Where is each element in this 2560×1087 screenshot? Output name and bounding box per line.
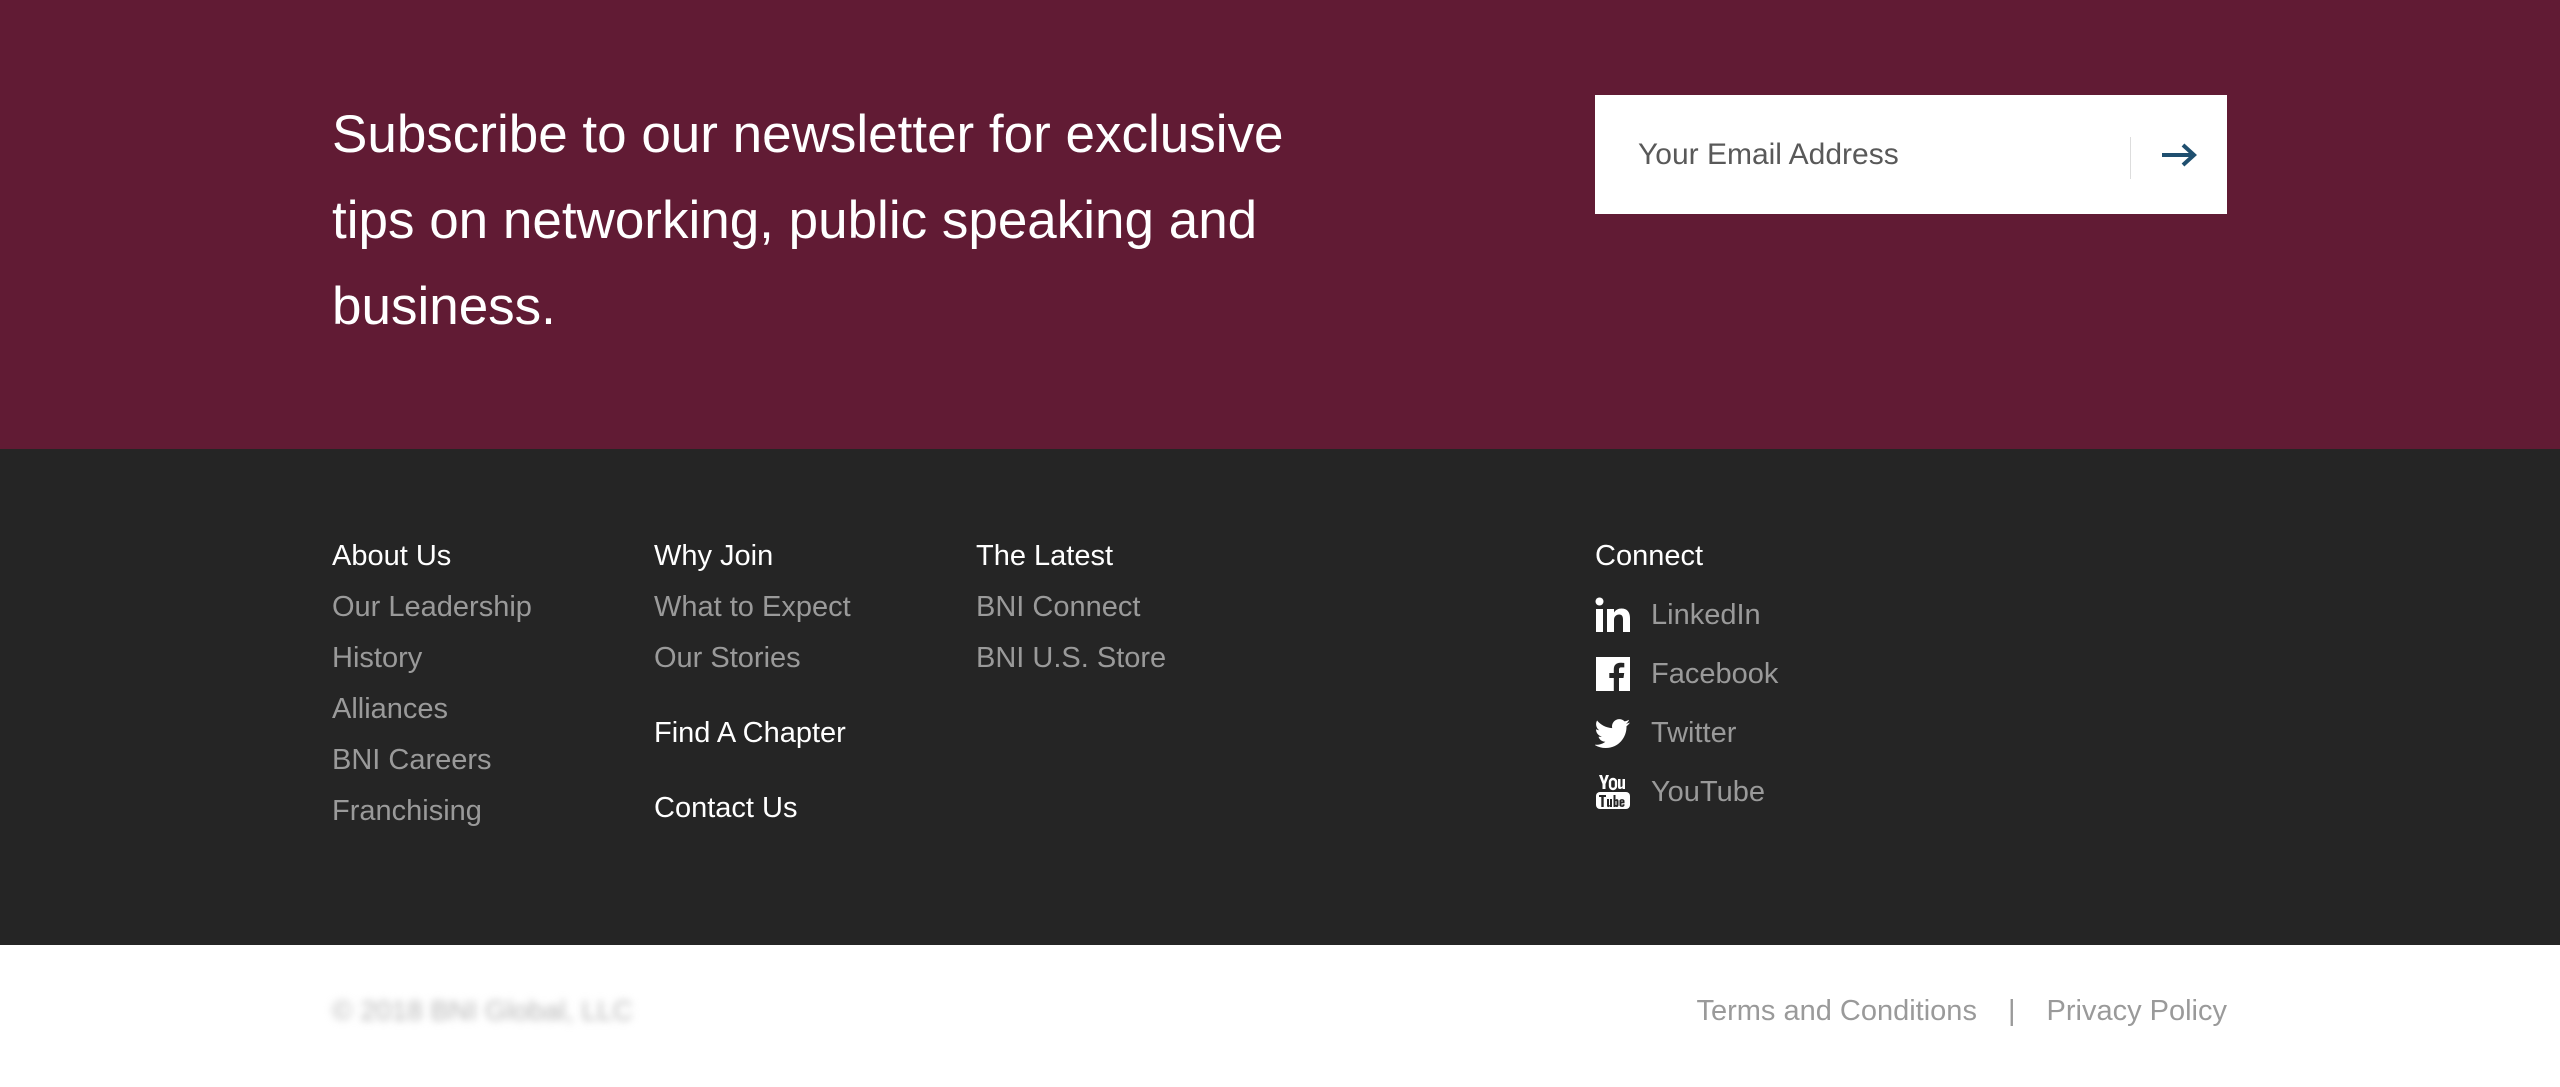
social-label-youtube: YouTube: [1651, 776, 1765, 808]
footer-heading-why-join[interactable]: Why Join: [654, 538, 773, 574]
newsletter-section: Subscribe to our newsletter for exclusiv…: [0, 0, 2560, 449]
privacy-policy-link[interactable]: Privacy Policy: [2047, 993, 2228, 1029]
footer-heading-the-latest[interactable]: The Latest: [976, 538, 1113, 574]
footer-link-alliances[interactable]: Alliances: [332, 691, 448, 727]
newsletter-form: [1595, 95, 2227, 214]
copyright-text: © 2018 BNI Global, LLC: [332, 995, 633, 1026]
legal-separator: |: [2007, 995, 2016, 1027]
arrow-right-icon: [2162, 143, 2197, 166]
footer-heading-connect: Connect: [1595, 540, 1704, 572]
footer-link-what-to-expect[interactable]: What to Expect: [654, 589, 851, 625]
social-label-linkedin: LinkedIn: [1651, 599, 1761, 631]
footer-link-our-stories[interactable]: Our Stories: [654, 640, 801, 676]
bottom-bar: © 2018 BNI Global, LLC Terms and Conditi…: [0, 945, 2560, 1087]
footer-link-our-leadership[interactable]: Our Leadership: [332, 589, 532, 625]
footer-heading-about-us[interactable]: About Us: [332, 538, 451, 574]
facebook-icon: [1596, 657, 1630, 691]
twitter-icon: [1595, 719, 1630, 748]
social-link-twitter[interactable]: Twitter: [1595, 715, 1736, 751]
social-link-youtube[interactable]: YouTube: [1595, 774, 1765, 810]
footer-link-bni-us-store[interactable]: BNI U.S. Store: [976, 640, 1166, 676]
youtube-icon: [1596, 775, 1630, 809]
footer-link-history[interactable]: History: [332, 640, 422, 676]
linkedin-icon: [1595, 597, 1630, 632]
footer-link-franchising[interactable]: Franchising: [332, 793, 482, 829]
footer-links-section: About Us Our Leadership History Alliance…: [0, 449, 2560, 945]
footer-heading-find-a-chapter[interactable]: Find A Chapter: [654, 715, 846, 751]
social-link-linkedin[interactable]: LinkedIn: [1595, 597, 1761, 633]
footer-heading-contact-us[interactable]: Contact Us: [654, 790, 797, 826]
email-input[interactable]: [1595, 95, 2130, 214]
terms-and-conditions-link[interactable]: Terms and Conditions: [1696, 993, 1976, 1029]
social-label-twitter: Twitter: [1651, 717, 1737, 749]
social-link-facebook[interactable]: Facebook: [1595, 656, 1778, 692]
social-label-facebook: Facebook: [1651, 658, 1779, 690]
footer-link-bni-connect[interactable]: BNI Connect: [976, 589, 1140, 625]
subscribe-submit-button[interactable]: [2131, 95, 2227, 214]
footer-link-bni-careers[interactable]: BNI Careers: [332, 742, 492, 778]
newsletter-headline: Subscribe to our newsletter for exclusiv…: [332, 105, 1284, 336]
legal-links: Terms and Conditions | Privacy Policy: [1696, 993, 2227, 1029]
